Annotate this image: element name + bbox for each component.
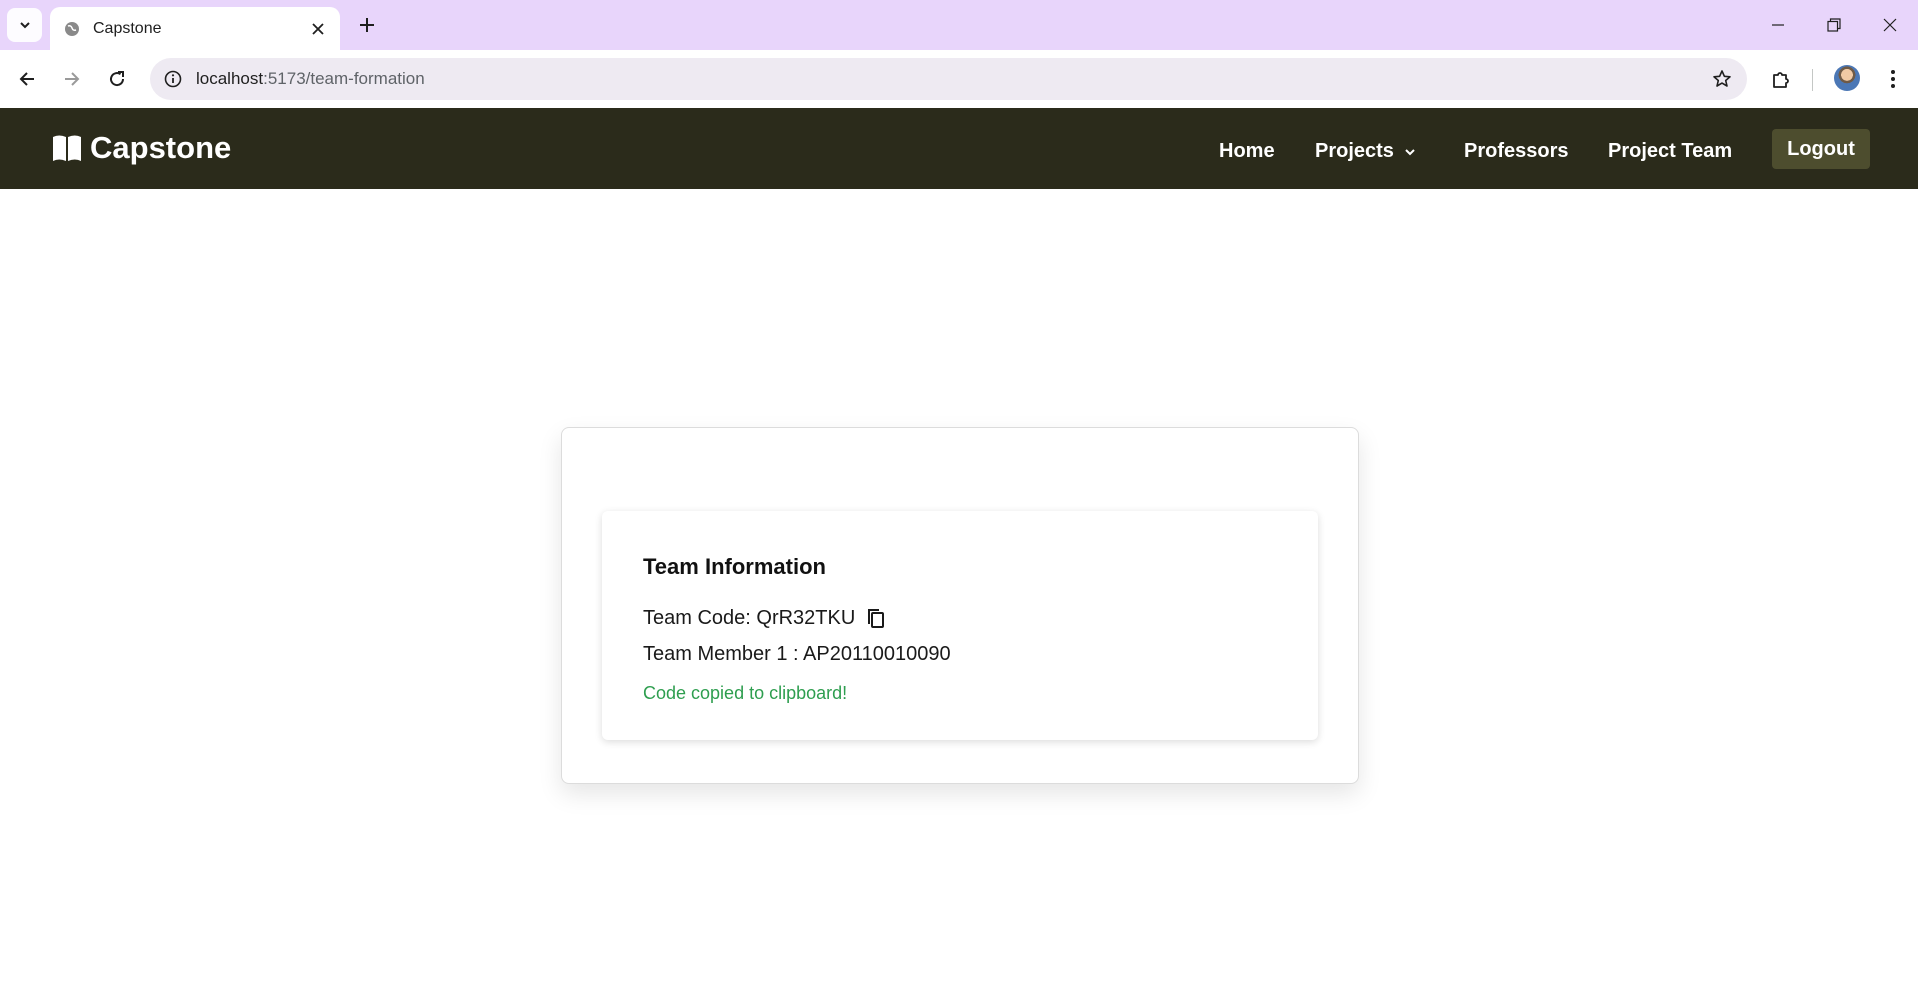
- tab-close-button[interactable]: [304, 15, 332, 43]
- nav-professors[interactable]: Professors: [1464, 140, 1569, 163]
- team-member-row: Team Member 1 : AP20110010090: [643, 643, 951, 666]
- brand-logo[interactable]: Capstone: [52, 130, 231, 166]
- team-info-title: Team Information: [643, 554, 826, 579]
- back-icon: [19, 72, 34, 86]
- nav-projects-label: Projects: [1315, 140, 1394, 162]
- close-icon: [312, 22, 324, 35]
- forward-button[interactable]: [55, 62, 89, 96]
- browser-toolbar: localhost:5173/team-formation: [0, 50, 1918, 108]
- window-close-icon: [1883, 18, 1897, 32]
- browser-tab-active[interactable]: Capstone: [50, 7, 340, 50]
- window-restore-button[interactable]: [1806, 0, 1862, 50]
- nav-projects-dropdown[interactable]: Projects: [1315, 140, 1416, 163]
- team-member-text: Team Member 1 : AP20110010090: [643, 643, 951, 665]
- window-close-button[interactable]: [1862, 0, 1918, 50]
- window-minimize-button[interactable]: [1750, 0, 1806, 50]
- book-icon: [53, 135, 81, 161]
- profile-avatar[interactable]: [1834, 65, 1860, 91]
- bookmark-button[interactable]: [1705, 62, 1739, 96]
- team-info-card: Team Information Team Code: QrR32TKU Tea…: [602, 511, 1318, 740]
- copy-status-message: Code copied to clipboard!: [643, 683, 848, 703]
- chevron-down-icon: [1405, 148, 1415, 155]
- reload-button[interactable]: [100, 62, 134, 96]
- globe-icon: [63, 20, 81, 38]
- tab-search-button[interactable]: [7, 8, 42, 42]
- toolbar-separator: [1812, 69, 1813, 91]
- nav-home[interactable]: Home: [1219, 140, 1275, 163]
- more-menu-button[interactable]: [1876, 62, 1910, 96]
- team-code-text: Team Code: QrR32TKU: [643, 607, 856, 629]
- restore-icon: [1827, 18, 1841, 32]
- info-icon[interactable]: [162, 68, 184, 90]
- new-tab-button[interactable]: [352, 10, 382, 40]
- star-icon: [1713, 70, 1731, 87]
- plus-icon: [360, 18, 374, 32]
- address-bar[interactable]: localhost:5173/team-formation: [150, 58, 1747, 100]
- app-navbar: Capstone Home Projects Professors Projec…: [0, 108, 1918, 189]
- nav-project-team[interactable]: Project Team: [1608, 140, 1732, 163]
- browser-tabstrip: Capstone: [0, 0, 1918, 50]
- more-icon: [1891, 70, 1895, 88]
- back-button[interactable]: [10, 62, 44, 96]
- team-formation-card: Team Information Team Code: QrR32TKU Tea…: [561, 427, 1359, 784]
- brand-name: Capstone: [90, 130, 232, 165]
- logout-button[interactable]: Logout: [1772, 129, 1870, 169]
- reload-icon: [110, 71, 125, 87]
- extensions-button[interactable]: [1764, 62, 1798, 96]
- url-path: :5173/team-formation: [263, 69, 425, 88]
- url-host: localhost: [196, 69, 264, 88]
- forward-icon: [65, 72, 80, 86]
- url-text[interactable]: localhost:5173/team-formation: [196, 69, 1705, 89]
- team-code-row: Team Code: QrR32TKU: [643, 607, 887, 630]
- extensions-icon: [1773, 72, 1789, 88]
- minimize-icon: [1772, 24, 1784, 26]
- tab-title: Capstone: [93, 19, 162, 37]
- tab-search-icon: [19, 22, 30, 29]
- copy-icon[interactable]: [865, 608, 887, 630]
